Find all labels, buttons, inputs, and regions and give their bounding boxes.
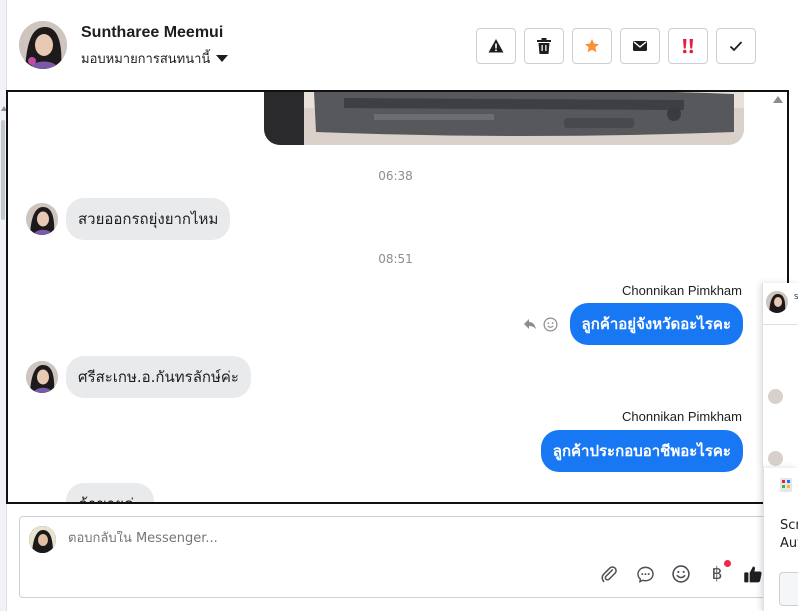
react-smiley-icon[interactable] [543,317,558,332]
chat-bubble-icon [636,566,654,583]
follow-up-button[interactable] [668,28,708,64]
notification-toast[interactable]: Scr Aut [763,468,798,611]
mark-done-button[interactable] [716,28,756,64]
incoming-message: ค้าขายค่ะ [26,483,155,502]
timestamp: 08:51 [378,252,413,266]
side-chat-message-avatar [768,451,783,466]
message-tools [523,317,558,332]
message-thread[interactable]: 06:38 สวยออกรถยุ่งยากไหม 08:51 Chonnikan… [6,90,789,504]
composer-toolbar: ฿ [598,560,764,585]
conversation-header: Suntharee Meemui มอบหมายการสนทนานี้ [7,0,798,90]
header-actions [476,28,756,64]
page-avatar [29,526,56,553]
thread-scroll-up-icon[interactable] [773,96,783,103]
warning-icon [488,39,504,53]
incoming-message: สวยออกรถยุ่งยากไหม [26,198,231,240]
baht-icon: ฿ [711,564,723,583]
message-bubble[interactable]: ค้าขายค่ะ [66,483,155,502]
mark-spam-button[interactable] [476,28,516,64]
assign-conversation-dropdown[interactable]: มอบหมายการสนทนานี้ [81,48,229,69]
caret-down-icon [216,55,229,62]
message-bubble[interactable]: สวยออกรถยุ่งยากไหม [66,198,231,240]
mark-unread-button[interactable] [620,28,660,64]
contact-name: Suntharee Meemui [81,24,224,41]
sender-name: Chonnikan Pimkham [622,283,742,298]
app-icon [780,478,792,496]
reply-input[interactable] [68,531,668,546]
attach-button[interactable] [598,563,620,585]
paperclip-icon [601,566,617,583]
message-bubble[interactable]: ศรีสะเกษ.อ.กันทรลักษ์ค่ะ [66,356,251,398]
message-bubble[interactable]: ลูกค้าอยู่จังหวัดอะไรคะ [569,303,743,345]
notification-action-button[interactable] [779,572,798,606]
like-button[interactable] [742,563,764,585]
side-chat-message-avatar [768,389,783,404]
message-bubble[interactable]: ลูกค้าประกอบอาชีพอะไรคะ [540,430,743,472]
reply-composer: ฿ [19,516,779,598]
star-icon [585,39,599,53]
assign-label: มอบหมายการสนทนานี้ [81,52,211,67]
trash-icon [537,38,551,54]
car-door-photo[interactable] [264,92,744,145]
smiley-icon [672,565,690,583]
side-chat-panel[interactable]: S [762,283,798,468]
contact-avatar-small[interactable] [26,203,58,235]
outgoing-message: ลูกค้าประกอบอาชีพอะไรคะ [540,430,743,472]
outgoing-message: ลูกค้าอยู่จังหวัดอะไรคะ [523,303,743,345]
notification-subtitle: Aut [780,536,798,551]
side-chat-name: S [794,293,798,301]
star-button[interactable] [572,28,612,64]
incoming-message: ศรีสะเกษ.อ.กันทรลักษ์ค่ะ [26,356,251,398]
payment-button[interactable]: ฿ [706,560,731,585]
notification-title: Scr [780,518,798,533]
contact-avatar[interactable] [19,21,67,69]
notification-dot [724,560,731,567]
emoji-button[interactable] [670,563,692,585]
side-chat-avatar [766,291,788,313]
check-icon [729,41,743,52]
side-chat-header[interactable]: S [763,283,798,325]
contact-avatar-small[interactable] [26,361,58,393]
envelope-icon [633,41,647,51]
scroll-thumb[interactable] [1,120,5,220]
saved-replies-button[interactable] [634,563,656,585]
timestamp: 06:38 [378,169,413,183]
double-exclamation-icon [682,39,694,54]
thumbs-up-icon [744,566,762,583]
sender-name: Chonnikan Pimkham [622,409,742,424]
reply-icon[interactable] [523,318,537,330]
delete-button[interactable] [524,28,564,64]
